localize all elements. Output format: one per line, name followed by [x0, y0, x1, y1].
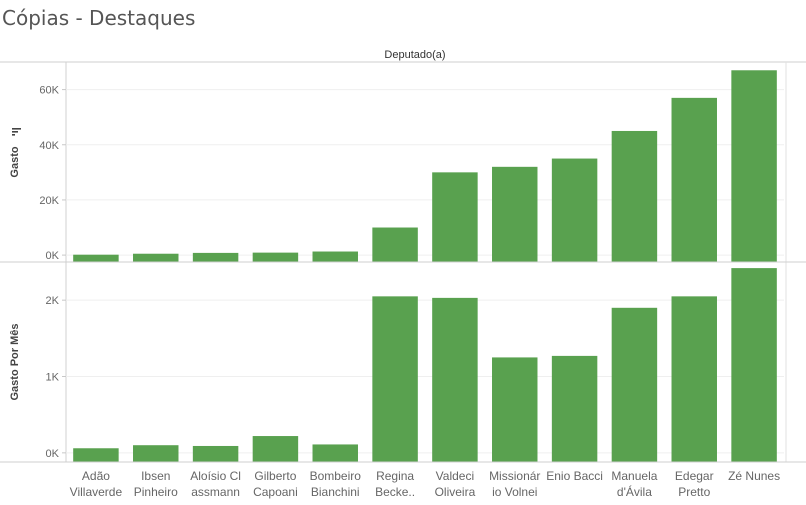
x-tick-label: Regina Becke.. — [375, 469, 415, 499]
bar — [671, 97, 717, 263]
bar — [551, 355, 598, 462]
x-tick-label: Aloísio Cl assmann — [190, 469, 241, 499]
bar — [312, 251, 358, 262]
bar — [312, 444, 358, 462]
x-tick-label: Zé Nunes — [728, 469, 780, 483]
y-axis-label: Gasto Por Mês — [9, 323, 21, 400]
y-tick-label: 1K — [46, 372, 60, 384]
bar — [432, 297, 478, 462]
bar — [372, 296, 418, 462]
x-tick-label: Missionár io Volnei — [489, 469, 540, 499]
y-axis-label: Gasto — [9, 146, 21, 177]
bar — [192, 252, 239, 262]
bar — [731, 70, 777, 262]
bar — [73, 254, 119, 262]
y-tick-label: 60K — [39, 85, 59, 97]
bar — [551, 158, 598, 262]
sort-descending-icon — [12, 128, 21, 136]
bar-chart: Deputado(a) 0K 20K 40K 60K Gasto 0K 1K 2K Gasto P… — [0, 49, 806, 499]
x-tick-label: Ibsen Pinheiro — [134, 469, 178, 499]
bar — [252, 436, 299, 462]
bar — [731, 268, 777, 462]
y-tick-label: 2K — [46, 295, 60, 307]
bar — [372, 227, 418, 262]
x-tick-label: Adão Villaverde — [70, 469, 123, 499]
bar — [492, 166, 538, 262]
x-tick-label: Gilberto Capoani — [253, 469, 298, 499]
bar — [611, 130, 658, 262]
y-tick-label: 0K — [46, 250, 60, 262]
bar — [611, 307, 658, 462]
bar — [492, 357, 538, 462]
x-tick-label: Valdeci Oliveira — [435, 469, 476, 499]
column-header: Deputado(a) — [384, 49, 445, 61]
x-tick-label: Edegar Pretto — [675, 469, 714, 499]
bar — [133, 253, 179, 262]
bar — [73, 448, 119, 462]
x-tick-label: Bombeiro Bianchini — [310, 469, 362, 499]
y-tick-label: 40K — [39, 140, 59, 152]
bar — [671, 296, 717, 462]
bar — [252, 252, 299, 262]
x-tick-label: Manuela d'Ávila — [611, 469, 657, 499]
x-tick-label: Enio Bacci — [546, 469, 603, 483]
y-tick-label: 20K — [39, 195, 59, 207]
bar — [432, 172, 478, 262]
bar — [133, 445, 179, 462]
bar — [192, 445, 239, 462]
y-tick-label: 0K — [46, 448, 60, 460]
